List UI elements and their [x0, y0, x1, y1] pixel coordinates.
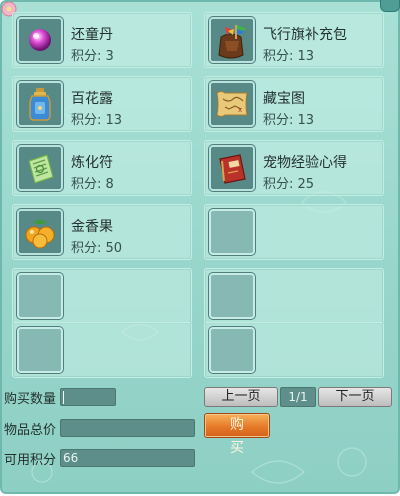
item-name: 百花露	[71, 91, 113, 107]
item-slot-golden-fruit[interactable]: 金香果 积分: 50	[12, 204, 192, 260]
empty-slot-box	[209, 209, 255, 255]
text-caret	[63, 391, 64, 404]
item-name: 还童丹	[71, 27, 113, 43]
item-slot-pet-book[interactable]: 宠物经验心得 积分: 25	[204, 140, 384, 196]
item-points: 积分: 13	[263, 49, 315, 64]
available-points-value: 66	[63, 451, 79, 465]
svg-text:x: x	[238, 106, 242, 114]
empty-slot-box	[17, 273, 63, 319]
item-points: 积分: 25	[263, 177, 315, 192]
item-points: 积分: 3	[71, 49, 114, 64]
close-button[interactable]	[380, 0, 400, 12]
buy-button[interactable]: 购 买	[204, 413, 270, 456]
talisman-icon	[17, 145, 63, 191]
quantity-input[interactable]	[60, 388, 116, 406]
pet-book-icon	[209, 145, 255, 191]
total-price-label: 物品总价	[4, 423, 57, 438]
empty-slot	[204, 322, 384, 378]
total-price-field	[60, 419, 195, 437]
empty-slot-box	[209, 327, 255, 373]
item-points: 积分: 50	[71, 241, 123, 256]
next-page-button[interactable]: 下一页	[318, 387, 392, 407]
item-slot-flag-pack[interactable]: 飞行旗补充包 积分: 13	[204, 12, 384, 68]
item-slot-huantongdan[interactable]: 还童丹 积分: 3	[12, 12, 192, 68]
item-name: 藏宝图	[263, 91, 305, 107]
available-points-field: 66	[60, 449, 195, 467]
empty-slot-box	[17, 327, 63, 373]
quantity-label: 购买数量	[4, 392, 57, 407]
available-points-label: 可用积分	[4, 453, 57, 468]
treasure-map-icon: x	[209, 81, 255, 127]
item-points: 积分: 13	[71, 113, 123, 128]
perfume-bottle-icon	[17, 81, 63, 127]
flag-pack-icon	[209, 17, 255, 63]
empty-slot	[204, 268, 384, 324]
empty-slot-box	[209, 273, 255, 319]
item-name: 宠物经验心得	[263, 155, 347, 171]
item-name: 飞行旗补充包	[263, 27, 347, 43]
pink-pearl-icon	[17, 17, 63, 63]
item-points: 积分: 13	[263, 113, 315, 128]
item-slot-treasure-map[interactable]: x 藏宝图 积分: 13	[204, 76, 384, 132]
item-name: 炼化符	[71, 155, 113, 171]
item-slot-baihualu[interactable]: 百花露 积分: 13	[12, 76, 192, 132]
shop-panel: 还童丹 积分: 3 飞行旗补充包 积分: 13 百花露 积分: 13 x 藏宝图…	[0, 0, 400, 494]
item-slot-talisman[interactable]: 炼化符 积分: 8	[12, 140, 192, 196]
empty-slot	[12, 268, 192, 324]
item-name: 金香果	[71, 219, 113, 235]
page-indicator: 1/1	[280, 387, 316, 407]
empty-slot	[12, 322, 192, 378]
empty-slot	[204, 204, 384, 260]
item-points: 积分: 8	[71, 177, 114, 192]
prev-page-button[interactable]: 上一页	[204, 387, 278, 407]
golden-fruit-icon	[17, 209, 63, 255]
